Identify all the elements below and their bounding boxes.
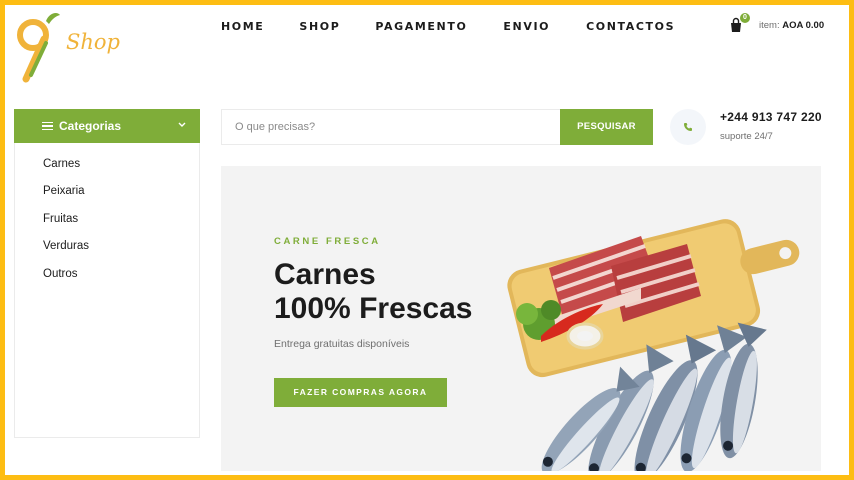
category-carnes[interactable]: Carnes <box>43 158 80 170</box>
menu-icon <box>42 121 53 131</box>
main-nav: HOME SHOP PAGAMENTO ENVIO CONTACTOS <box>221 20 675 33</box>
categories-toggle[interactable]: Categorias <box>14 109 200 143</box>
meat-and-fish-illustration <box>507 219 800 471</box>
hero-subtitle: Entrega gratuitas disponíveis <box>274 338 410 350</box>
logo-text: Shop <box>66 30 120 54</box>
category-outros[interactable]: Outros <box>43 268 78 280</box>
hero-banner: CARNE FRESCA Carnes 100% Frescas Entrega… <box>221 166 821 471</box>
hero-title-line2: 100% Frescas <box>274 292 473 325</box>
nav-home[interactable]: HOME <box>221 20 264 33</box>
search-button[interactable]: PESQUISAR <box>560 109 653 145</box>
shop-logo[interactable]: Shop <box>13 9 123 83</box>
contact-support: suporte 24/7 <box>720 131 773 142</box>
category-peixaria[interactable]: Peixaria <box>43 185 85 197</box>
logo-mark-icon <box>17 13 60 83</box>
search-bar: PESQUISAR <box>221 109 653 145</box>
category-fruitas[interactable]: Fruitas <box>43 213 78 225</box>
cart-summary[interactable]: item: AOA 0.00 <box>759 20 824 31</box>
nav-pagamento[interactable]: PAGAMENTO <box>375 20 467 33</box>
cart-total: AOA 0.00 <box>782 20 825 31</box>
phone-icon <box>684 123 692 131</box>
cart-count-badge: 0 <box>740 13 750 23</box>
category-verduras[interactable]: Verduras <box>43 240 89 252</box>
shop-now-button[interactable]: FAZER COMPRAS AGORA <box>274 378 447 407</box>
categories-list: Carnes Peixaria Fruitas Verduras Outros <box>14 143 200 438</box>
chevron-down-icon <box>178 122 186 127</box>
hero-title-line1: Carnes <box>274 258 376 291</box>
categories-title: Categorias <box>59 119 122 133</box>
nav-contactos[interactable]: CONTACTOS <box>586 20 675 33</box>
hero-eyebrow: CARNE FRESCA <box>274 236 381 247</box>
search-input[interactable] <box>222 110 560 144</box>
cart-item-label: item: <box>759 20 780 31</box>
hero-title: Carnes 100% Frescas <box>274 258 473 326</box>
nav-shop[interactable]: SHOP <box>299 20 340 33</box>
page: Shop HOME SHOP PAGAMENTO ENVIO CONTACTOS… <box>5 5 849 475</box>
phone-icon-circle <box>670 109 706 145</box>
contact-phone[interactable]: +244 913 747 220 <box>720 110 822 124</box>
nav-envio[interactable]: ENVIO <box>503 20 550 33</box>
